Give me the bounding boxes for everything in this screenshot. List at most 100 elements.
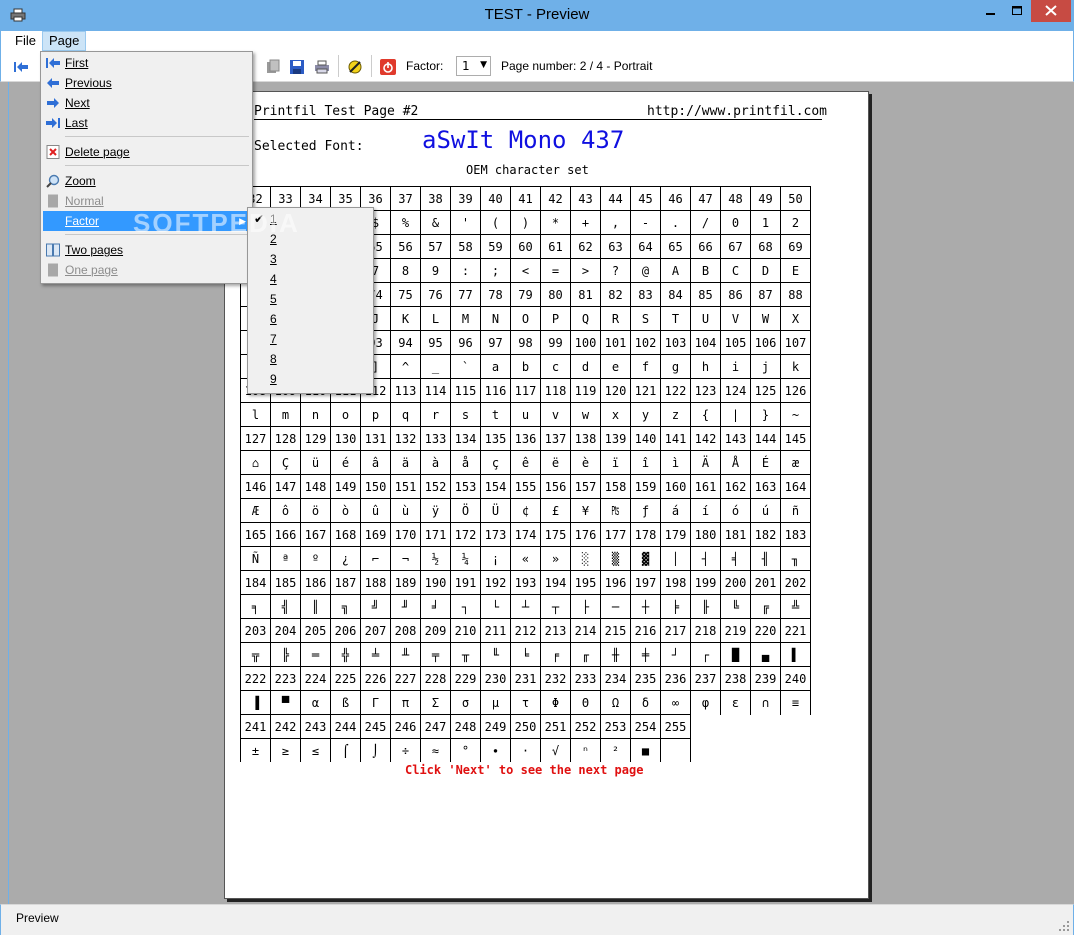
char-glyph-cell: ^ [390,354,421,379]
factor-option-5[interactable]: 5 [250,289,371,309]
char-glyph-cell: ║ [300,594,331,619]
selected-font-label: Selected Font: [254,139,364,154]
char-code-cell: 57 [420,234,451,259]
char-glyph-cell: ╚ [720,594,751,619]
menu-file[interactable]: File [9,32,42,50]
menu-item-two-pages[interactable]: Two pages [43,240,250,260]
char-code-cell: 116 [480,378,511,403]
factor-option-7[interactable]: 7 [250,329,371,349]
char-code-cell: 229 [450,666,481,691]
char-glyph-cell: 9 [420,258,451,283]
table-row: 146 147 148 149 150 151 152 153 154 155 156 157 158 1… [240,474,811,499]
char-glyph-cell: ▒ [600,546,631,571]
char-glyph-cell: Q [570,306,601,331]
char-glyph-cell: ┐ [450,594,481,619]
toolbar-separator [371,55,372,77]
char-glyph-cell: + [570,210,601,235]
char-glyph-cell: ö [300,498,331,523]
first-page-icon [46,58,60,68]
char-glyph-cell: ░ [570,546,601,571]
minimize-icon [986,13,995,15]
char-code-cell: 226 [360,666,391,691]
menu-item-zoom[interactable]: Zoom [43,171,250,191]
copy-icon[interactable] [265,59,281,75]
char-code-cell: 149 [330,474,361,499]
save-icon[interactable] [289,59,305,75]
char-glyph-cell: é [330,450,361,475]
minimize-button[interactable] [977,0,1004,22]
char-glyph-cell: ∞ [660,690,691,715]
print-setup-icon[interactable] [314,59,330,75]
factor-select[interactable]: 1 ▼ [456,56,491,76]
char-glyph-cell: S [630,306,661,331]
first-page-icon[interactable] [13,59,29,75]
maximize-button[interactable] [1004,0,1031,22]
char-code-cell: 128 [270,426,301,451]
char-glyph-cell: a [480,354,511,379]
menu-page[interactable]: Page [42,31,87,51]
char-glyph-cell: è [570,450,601,475]
char-code-cell: 145 [780,426,811,451]
char-glyph-cell: └ [480,594,511,619]
char-glyph-cell: » [540,546,571,571]
char-glyph-cell: ╥ [450,642,481,667]
char-code-cell: 170 [390,522,421,547]
char-code-cell: 81 [570,282,601,307]
factor-option-label: 6 [270,312,277,326]
menu-item-label: Last [65,116,88,130]
char-glyph-cell: Θ [570,690,601,715]
page-dropdown-menu: First Previous Next Last Delete page Zoo… [40,51,253,284]
menu-item-next[interactable]: Next [43,93,250,113]
table-row: 203 204 205 206 207 208 209 210 211 212 213 214 215 2… [240,618,811,643]
menu-item-last[interactable]: Last [43,113,250,133]
factor-option-8[interactable]: 8 [250,349,371,369]
char-glyph-cell: ∩ [750,690,781,715]
char-glyph-cell: ß [330,690,361,715]
char-glyph-cell: ╟ [690,594,721,619]
char-glyph-cell: ¥ [570,498,601,523]
char-glyph-cell: V [720,306,751,331]
char-code-cell: 135 [480,426,511,451]
magic-wand-icon[interactable] [347,59,363,75]
char-glyph-cell: á [660,498,691,523]
char-glyph-cell: C [720,258,751,283]
factor-option-6[interactable]: 6 [250,309,371,329]
char-glyph-cell: ≤ [300,738,331,762]
char-code-cell: 115 [450,378,481,403]
menu-item-delete-page[interactable]: Delete page [43,142,250,162]
magnifier-icon [46,174,60,188]
char-glyph-cell: ~ [780,402,811,427]
char-code-cell: 184 [240,570,271,595]
char-code-cell: 231 [510,666,541,691]
char-glyph-cell: p [360,402,391,427]
header-rule [254,119,822,120]
factor-option-4[interactable]: 4 [250,269,371,289]
char-glyph-cell: ╣ [270,594,301,619]
char-code-cell: 67 [720,234,751,259]
power-exit-icon[interactable] [380,59,396,75]
char-glyph-cell: 8 [390,258,421,283]
status-text: Preview [16,911,59,925]
char-code-cell: 224 [300,666,331,691]
char-glyph-cell: m [270,402,301,427]
char-glyph-cell: ¿ [330,546,361,571]
menu-item-first[interactable]: First [43,53,250,73]
menu-bar: File Page [0,31,1074,51]
char-glyph-cell: s [450,402,481,427]
char-code-cell: 68 [750,234,781,259]
char-glyph-cell: Σ [420,690,451,715]
char-glyph-cell: ╝ [360,594,391,619]
char-code-cell: 101 [600,330,631,355]
resize-grip-icon[interactable] [1058,920,1070,932]
page-header-right: http://www.printfil.com [647,104,828,119]
char-code-cell: 144 [750,426,781,451]
char-glyph-cell: û [360,498,391,523]
menu-item-previous[interactable]: Previous [43,73,250,93]
char-glyph-cell: ≈ [420,738,451,762]
char-glyph-cell: . [660,210,691,235]
factor-option-3[interactable]: 3 [250,249,371,269]
factor-option-9[interactable]: 9 [250,369,371,389]
close-button[interactable] [1031,0,1071,22]
char-code-cell: 147 [270,474,301,499]
menu-item-one-page[interactable]: One page [43,260,250,280]
